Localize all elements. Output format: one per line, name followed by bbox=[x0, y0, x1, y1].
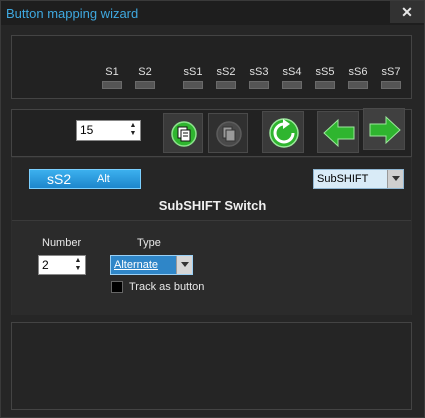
track-as-button-label: Track as button bbox=[129, 281, 205, 293]
previous-button[interactable] bbox=[317, 111, 359, 153]
shift-indicator: sS5 bbox=[313, 66, 337, 89]
shift-indicator: sS7 bbox=[379, 66, 403, 89]
reset-button[interactable] bbox=[262, 111, 304, 153]
type-select[interactable]: Alternate bbox=[110, 255, 193, 275]
paste-button[interactable] bbox=[208, 113, 248, 153]
type-select-value: Alternate bbox=[114, 259, 159, 271]
arrow-left-icon bbox=[323, 118, 355, 148]
number-value: 2 bbox=[42, 258, 49, 272]
shift-label: sS6 bbox=[348, 66, 368, 78]
paste-icon bbox=[216, 121, 242, 147]
mode-select-value: SubSHIFT bbox=[317, 173, 369, 185]
shift-led bbox=[102, 81, 122, 89]
arrow-right-icon bbox=[369, 115, 401, 145]
shift-indicator: sS3 bbox=[247, 66, 271, 89]
type-label: Type bbox=[137, 237, 161, 249]
copy-icon bbox=[171, 121, 197, 147]
shift-led bbox=[282, 81, 302, 89]
shift-led bbox=[216, 81, 236, 89]
next-button[interactable] bbox=[363, 108, 405, 150]
shift-indicator: S1 bbox=[100, 66, 124, 89]
stepper-arrows-icon[interactable]: ▲ ▼ bbox=[128, 122, 138, 138]
track-as-button-checkbox[interactable] bbox=[111, 281, 123, 293]
copy-button[interactable] bbox=[163, 113, 203, 153]
shift-led bbox=[183, 81, 203, 89]
button-name-bar[interactable]: sS2 Alt bbox=[29, 169, 141, 189]
shift-indicator: sS2 bbox=[214, 66, 238, 89]
toolbar-panel: 15 ▲ ▼ bbox=[11, 108, 412, 157]
shift-led bbox=[315, 81, 335, 89]
button-alias: Alt bbox=[97, 173, 110, 185]
shift-label: sS2 bbox=[216, 66, 236, 78]
window-title: Button mapping wizard bbox=[6, 6, 139, 21]
number-label: Number bbox=[42, 237, 82, 249]
detail-panel: sS2 Alt SubSHIFT SubSHIFT Switch Number … bbox=[11, 157, 412, 315]
shift-label: sS3 bbox=[249, 66, 269, 78]
chevron-down-icon[interactable] bbox=[176, 256, 192, 274]
reset-icon bbox=[269, 118, 299, 148]
shift-label: sS4 bbox=[282, 66, 302, 78]
shift-led bbox=[348, 81, 368, 89]
mode-select[interactable]: SubSHIFT bbox=[313, 169, 404, 189]
shift-led bbox=[381, 81, 401, 89]
shift-led bbox=[249, 81, 269, 89]
wizard-window: Button mapping wizard ✕ S1 S2 sS1 sS2 sS… bbox=[0, 0, 425, 418]
shift-indicator-panel: S1 S2 sS1 sS2 sS3 sS4 sS5 sS6 sS7 bbox=[11, 35, 412, 99]
shift-indicator: sS1 bbox=[181, 66, 205, 89]
shift-indicator: S2 bbox=[133, 66, 157, 89]
shift-indicator: sS6 bbox=[346, 66, 370, 89]
shift-label: S1 bbox=[105, 66, 119, 78]
shift-label: S2 bbox=[138, 66, 152, 78]
shift-label: sS7 bbox=[381, 66, 401, 78]
shift-label: sS5 bbox=[315, 66, 335, 78]
shift-led bbox=[135, 81, 155, 89]
close-button[interactable]: ✕ bbox=[390, 1, 424, 23]
chevron-down-icon[interactable] bbox=[387, 170, 403, 188]
settings-area: Number 2 ▲ ▼ Type Alternate Track as butt… bbox=[12, 220, 411, 315]
button-number-value: 15 bbox=[80, 123, 94, 137]
info-panel bbox=[11, 322, 412, 410]
title-bar: Button mapping wizard ✕ bbox=[1, 1, 424, 25]
stepper-arrows-icon[interactable]: ▲ ▼ bbox=[73, 257, 83, 273]
shift-label: sS1 bbox=[183, 66, 203, 78]
close-icon: ✕ bbox=[401, 4, 413, 20]
button-name: sS2 bbox=[47, 171, 72, 187]
number-stepper[interactable]: 2 ▲ ▼ bbox=[38, 255, 86, 275]
shift-indicator: sS4 bbox=[280, 66, 304, 89]
button-number-stepper[interactable]: 15 ▲ ▼ bbox=[76, 120, 141, 141]
section-heading: SubSHIFT Switch bbox=[158, 198, 267, 213]
